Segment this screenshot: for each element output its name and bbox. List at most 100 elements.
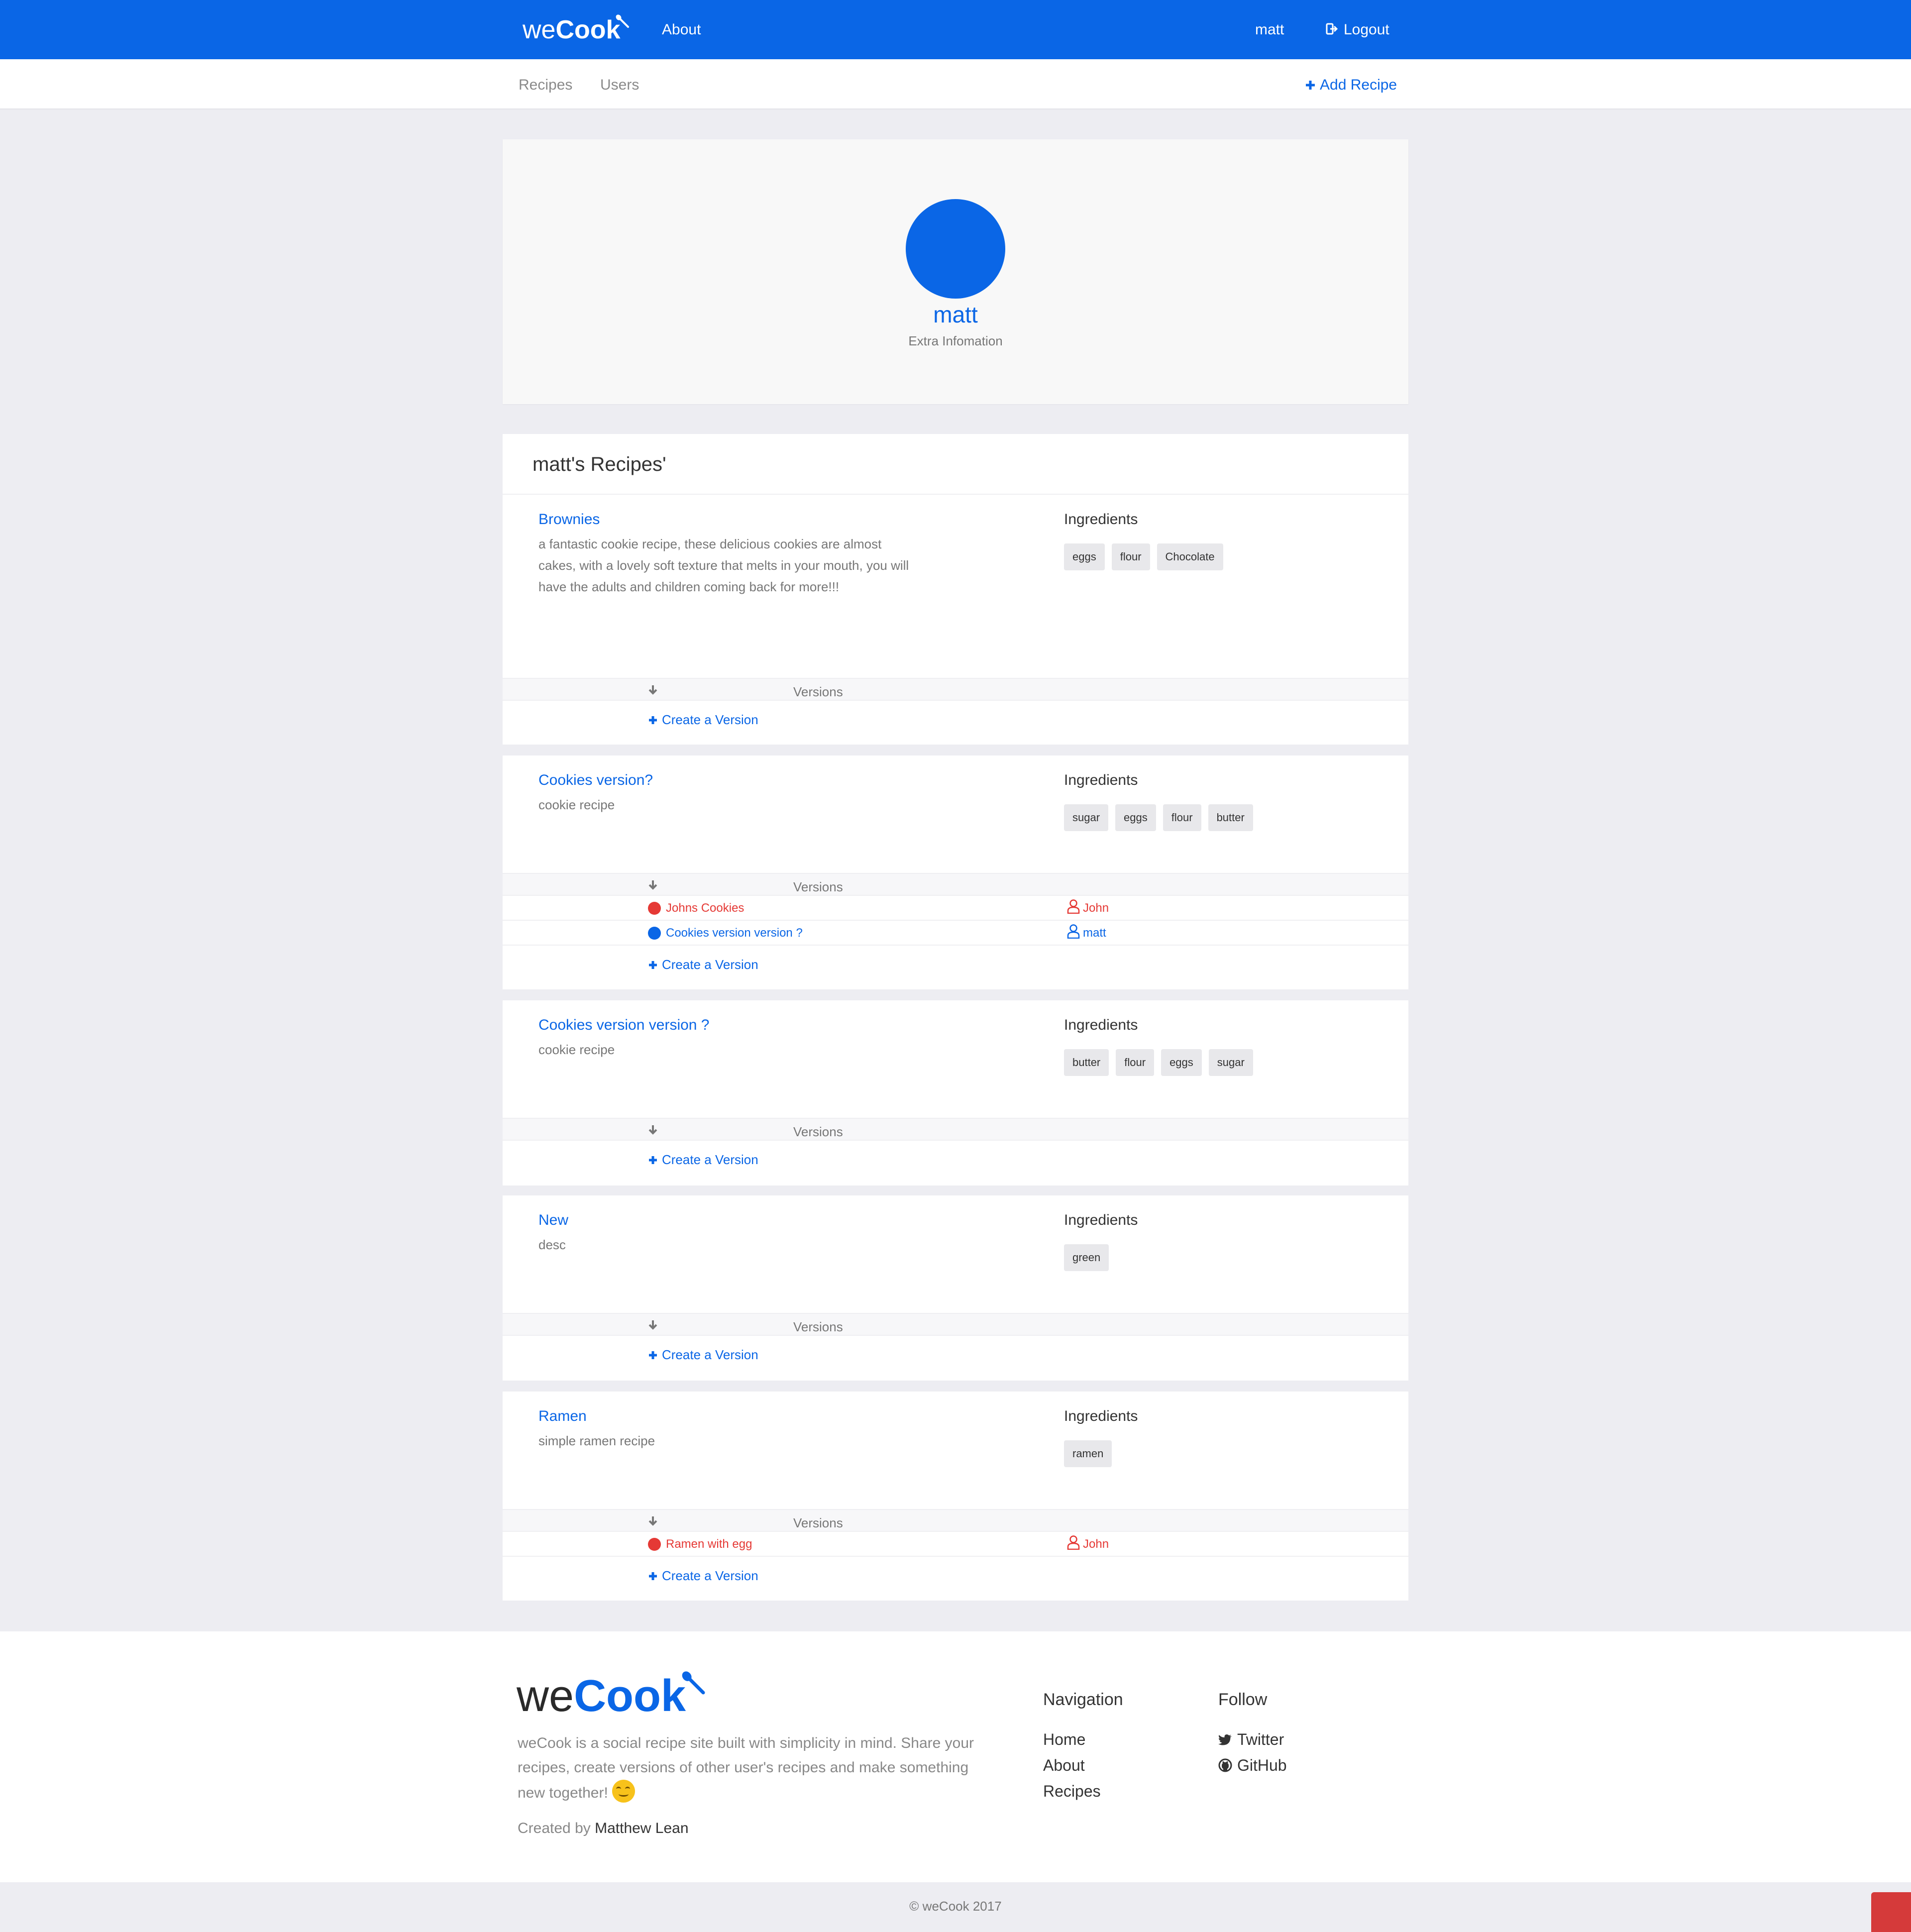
version-status-dot bbox=[648, 1538, 661, 1551]
versions-label: Versions bbox=[793, 1515, 843, 1530]
nav-user-link[interactable]: matt bbox=[1255, 20, 1284, 40]
plus-icon bbox=[649, 961, 657, 969]
create-version-link[interactable]: Create a Version bbox=[648, 1151, 758, 1169]
recipe-card: Ramen simple ramen recipe Ingredients ra… bbox=[503, 1392, 1408, 1601]
profile-info: Extra Infomation bbox=[908, 333, 1003, 348]
version-row[interactable]: Johns Cookies John bbox=[503, 896, 1408, 921]
plus-icon bbox=[649, 1156, 657, 1164]
versions-toggle[interactable]: Versions bbox=[503, 1509, 1408, 1532]
recipe-card: New desc Ingredients green Versions Crea… bbox=[503, 1195, 1408, 1381]
ingredient-tags: butter flour eggs sugar bbox=[1064, 1049, 1253, 1076]
ingredient-tag: Chocolate bbox=[1157, 543, 1223, 570]
footer-about-link[interactable]: About bbox=[1043, 1755, 1085, 1776]
version-row[interactable]: Ramen with egg John bbox=[503, 1532, 1408, 1557]
user-icon bbox=[1067, 1535, 1080, 1550]
recipe-card: Brownies a fantastic cookie recipe, thes… bbox=[503, 495, 1408, 745]
footer-logo-light: we bbox=[517, 1671, 574, 1721]
user-icon bbox=[1067, 924, 1080, 939]
spoon-icon bbox=[682, 1671, 705, 1695]
ingredient-tag: flour bbox=[1111, 543, 1150, 570]
ingredient-tags: sugar eggs flour butter bbox=[1064, 804, 1253, 831]
footer-about: weCook is a social recipe site built wit… bbox=[518, 1731, 975, 1805]
ingredient-tag: green bbox=[1064, 1244, 1109, 1271]
recipe-description: cookie recipe bbox=[538, 1042, 615, 1057]
ingredients-label: Ingredients bbox=[1064, 772, 1138, 788]
recipe-title-link[interactable]: Brownies bbox=[538, 510, 600, 530]
versions-toggle[interactable]: Versions bbox=[503, 873, 1408, 896]
logout-link[interactable]: Logout bbox=[1326, 20, 1389, 40]
version-user-name: matt bbox=[1083, 926, 1106, 940]
logo-text-bold: Cook bbox=[555, 15, 621, 44]
ingredients-label: Ingredients bbox=[1064, 1017, 1138, 1033]
create-version-label: Create a Version bbox=[662, 712, 758, 727]
logo-text-light: we bbox=[523, 15, 556, 44]
recipe-title-link[interactable]: Cookies version? bbox=[538, 770, 653, 790]
user-icon bbox=[1067, 899, 1080, 914]
created-by-label: Created by bbox=[518, 1820, 591, 1836]
plus-icon bbox=[649, 1351, 657, 1359]
version-row[interactable]: Cookies version version ? matt bbox=[503, 921, 1408, 946]
copyright-text: © weCook 2017 bbox=[909, 1899, 1002, 1914]
ingredient-tag: butter bbox=[1064, 1049, 1109, 1076]
plus-icon bbox=[649, 716, 657, 724]
author-name: Matthew Lean bbox=[595, 1820, 689, 1836]
version-user-link[interactable]: John bbox=[1067, 899, 1109, 917]
recipes-heading: matt's Recipes' bbox=[532, 453, 666, 475]
subnav-recipes-link[interactable]: Recipes bbox=[519, 75, 572, 95]
recipe-title-link[interactable]: New bbox=[538, 1210, 568, 1230]
ingredient-tags: ramen bbox=[1064, 1440, 1112, 1467]
arrow-down-icon bbox=[648, 685, 657, 695]
version-user-name: John bbox=[1083, 1537, 1109, 1551]
create-version-label: Create a Version bbox=[662, 1568, 758, 1583]
profile-card: matt Extra Infomation bbox=[503, 139, 1408, 404]
footer-follow-heading: Follow bbox=[1218, 1690, 1268, 1709]
create-version-link[interactable]: Create a Version bbox=[648, 711, 758, 729]
versions-label: Versions bbox=[793, 1124, 843, 1139]
versions-label: Versions bbox=[793, 879, 843, 894]
nav-about-link[interactable]: About bbox=[662, 20, 701, 40]
recipe-title-link[interactable]: Cookies version version ? bbox=[538, 1015, 710, 1035]
ingredient-tag: butter bbox=[1208, 804, 1253, 831]
recipe-description: desc bbox=[538, 1237, 566, 1252]
create-version-link[interactable]: Create a Version bbox=[648, 1346, 758, 1364]
versions-label: Versions bbox=[793, 684, 843, 699]
create-version-link[interactable]: Create a Version bbox=[648, 1567, 758, 1585]
version-name-link[interactable]: Johns Cookies bbox=[666, 900, 744, 917]
ingredient-tag: sugar bbox=[1064, 804, 1109, 831]
ingredients-label: Ingredients bbox=[1064, 1212, 1138, 1228]
corner-widget-icon[interactable] bbox=[1871, 1892, 1911, 1932]
plus-icon bbox=[1306, 81, 1315, 90]
add-recipe-button[interactable]: Add Recipe bbox=[1305, 75, 1397, 95]
create-version-label: Create a Version bbox=[662, 1152, 758, 1167]
recipes-section-header: matt's Recipes' bbox=[503, 434, 1408, 495]
recipe-title-link[interactable]: Ramen bbox=[538, 1406, 587, 1426]
footer-about-text: weCook is a social recipe site built wit… bbox=[518, 1735, 974, 1801]
version-user-name: John bbox=[1083, 901, 1109, 915]
logout-label: Logout bbox=[1344, 21, 1389, 38]
smiling-face-icon bbox=[612, 1780, 636, 1803]
add-recipe-label: Add Recipe bbox=[1320, 77, 1397, 93]
recipe-description: simple ramen recipe bbox=[538, 1433, 655, 1448]
versions-toggle[interactable]: Versions bbox=[503, 1313, 1408, 1336]
logout-icon bbox=[1326, 23, 1338, 35]
version-name-link[interactable]: Ramen with egg bbox=[666, 1536, 752, 1553]
footer-home-link[interactable]: Home bbox=[1043, 1729, 1085, 1750]
version-user-link[interactable]: John bbox=[1067, 1535, 1109, 1553]
ingredient-tag: eggs bbox=[1115, 804, 1156, 831]
ingredient-tag: flour bbox=[1116, 1049, 1155, 1076]
footer-recipes-link[interactable]: Recipes bbox=[1043, 1781, 1101, 1802]
recipe-card: Cookies version? cookie recipe Ingredien… bbox=[503, 755, 1408, 989]
ingredient-tag: flour bbox=[1163, 804, 1201, 831]
versions-toggle[interactable]: Versions bbox=[503, 1118, 1408, 1141]
create-version-link[interactable]: Create a Version bbox=[648, 956, 758, 973]
footer-github-link[interactable]: GitHub bbox=[1218, 1755, 1287, 1776]
versions-toggle[interactable]: Versions bbox=[503, 678, 1408, 701]
brand-logo[interactable]: weCook bbox=[523, 14, 629, 45]
recipe-card: Cookies version version ? cookie recipe … bbox=[503, 1000, 1408, 1185]
ingredient-tag: ramen bbox=[1064, 1440, 1112, 1467]
version-user-link[interactable]: matt bbox=[1067, 924, 1106, 942]
footer-twitter-link[interactable]: Twitter bbox=[1218, 1729, 1284, 1750]
subnav-users-link[interactable]: Users bbox=[600, 75, 639, 95]
version-name-link[interactable]: Cookies version version ? bbox=[666, 925, 803, 942]
footer-logo-bold: Cook bbox=[574, 1671, 686, 1721]
